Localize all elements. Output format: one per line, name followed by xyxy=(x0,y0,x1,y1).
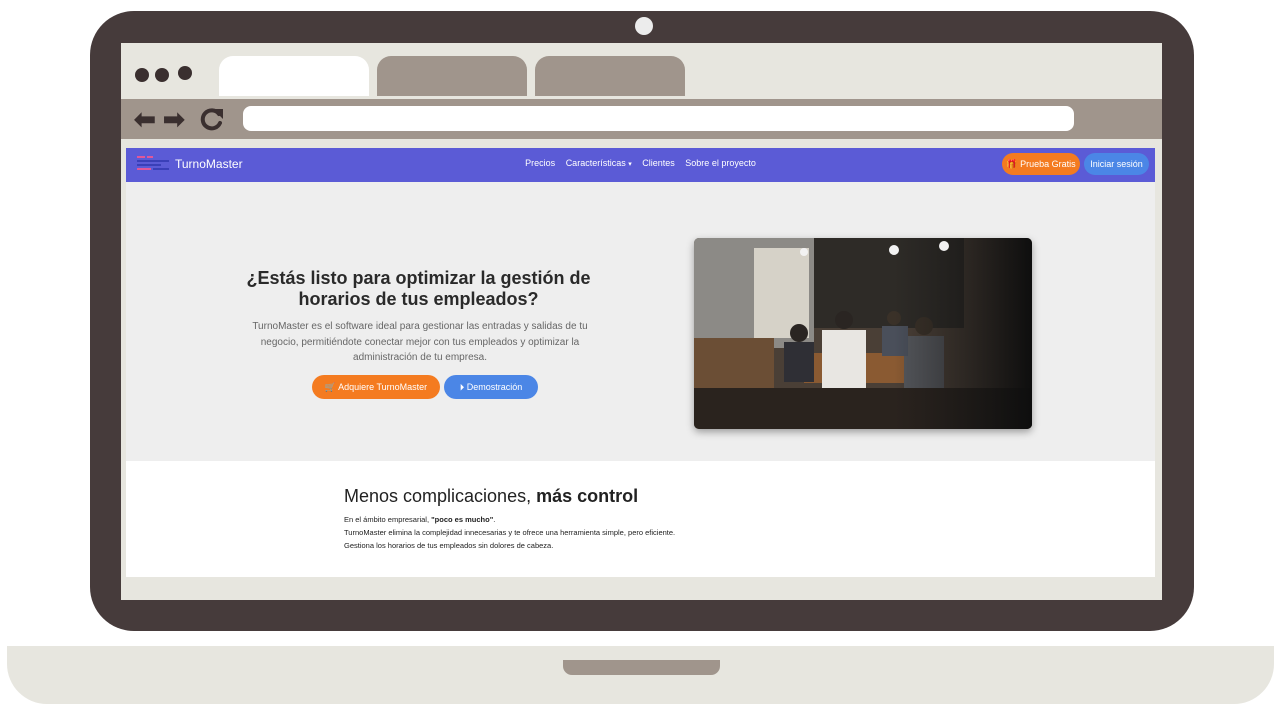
buy-button[interactable]: 🛒 Adquiere TurnoMaster xyxy=(312,375,440,399)
gift-icon: 🎁 xyxy=(1006,159,1018,169)
browser-tab[interactable] xyxy=(377,56,527,96)
cart-icon: 🛒 xyxy=(324,382,337,392)
section-body: En el ámbito empresarial, "poco es mucho… xyxy=(344,513,964,552)
nav-link-label: Características xyxy=(565,158,626,168)
section-line-2: TurnoMaster elimina la complejidad innec… xyxy=(344,528,676,537)
window-dot[interactable] xyxy=(178,66,192,80)
website: TurnoMaster Precios Características ▾ Cl… xyxy=(126,148,1155,577)
play-circle-icon: ⏵ xyxy=(459,382,465,392)
line1-bold: "poco es mucho" xyxy=(431,515,494,524)
nav-links: Precios Características ▾ Clientes Sobre… xyxy=(126,158,1155,168)
window-dot[interactable] xyxy=(135,68,149,82)
hero-image xyxy=(694,238,1032,429)
line1-prefix: En el ámbito empresarial, xyxy=(344,515,432,524)
nav-link-sobre[interactable]: Sobre el proyecto xyxy=(685,158,756,168)
login-button[interactable]: Iniciar sesión xyxy=(1084,153,1149,175)
section-benefits: Menos complicaciones, más control En el … xyxy=(126,461,1155,577)
window-dot[interactable] xyxy=(155,68,169,82)
browser-window: ⬅ ➡ TurnoMaster Precios Características … xyxy=(121,43,1162,600)
forward-arrow-icon[interactable]: ➡ xyxy=(163,106,185,132)
browser-toolbar: ⬅ ➡ xyxy=(121,99,1162,139)
caret-down-icon: ▾ xyxy=(628,161,632,168)
nav-link-clientes[interactable]: Clientes xyxy=(642,158,675,168)
demo-button[interactable]: ⏵ Demostración xyxy=(444,375,538,399)
trial-button[interactable]: 🎁 Prueba Gratis xyxy=(1002,153,1080,175)
line1-suffix: . xyxy=(493,515,496,524)
nav-link-precios[interactable]: Precios xyxy=(525,158,555,168)
back-arrow-icon[interactable]: ⬅ xyxy=(134,106,156,132)
trial-button-label: Prueba Gratis xyxy=(1020,159,1076,169)
trackpad-notch xyxy=(563,660,720,675)
section-title-bold: más control xyxy=(536,486,639,506)
hero-title: ¿Estás listo para optimizar la gestión d… xyxy=(246,268,591,309)
browser-tab-active[interactable] xyxy=(219,56,369,96)
reload-icon[interactable] xyxy=(199,106,225,132)
webcam-icon xyxy=(635,17,653,35)
address-bar[interactable] xyxy=(243,106,1074,131)
buy-button-label: Adquiere TurnoMaster xyxy=(338,382,428,392)
section-title: Menos complicaciones, más control xyxy=(344,486,638,507)
hero-description: TurnoMaster es el software ideal para ge… xyxy=(252,321,588,363)
section-title-regular: Menos complicaciones, xyxy=(344,486,532,506)
site-navbar: TurnoMaster Precios Características ▾ Cl… xyxy=(126,148,1155,182)
section-line-3: Gestiona los horarios de tus empleados s… xyxy=(344,541,554,550)
demo-button-label: Demostración xyxy=(466,382,523,392)
browser-tab[interactable] xyxy=(535,56,685,96)
laptop-base xyxy=(7,646,1274,704)
nav-link-caracteristicas[interactable]: Características ▾ xyxy=(566,158,632,168)
section-line-1: En el ámbito empresarial, "poco es mucho… xyxy=(344,513,964,526)
